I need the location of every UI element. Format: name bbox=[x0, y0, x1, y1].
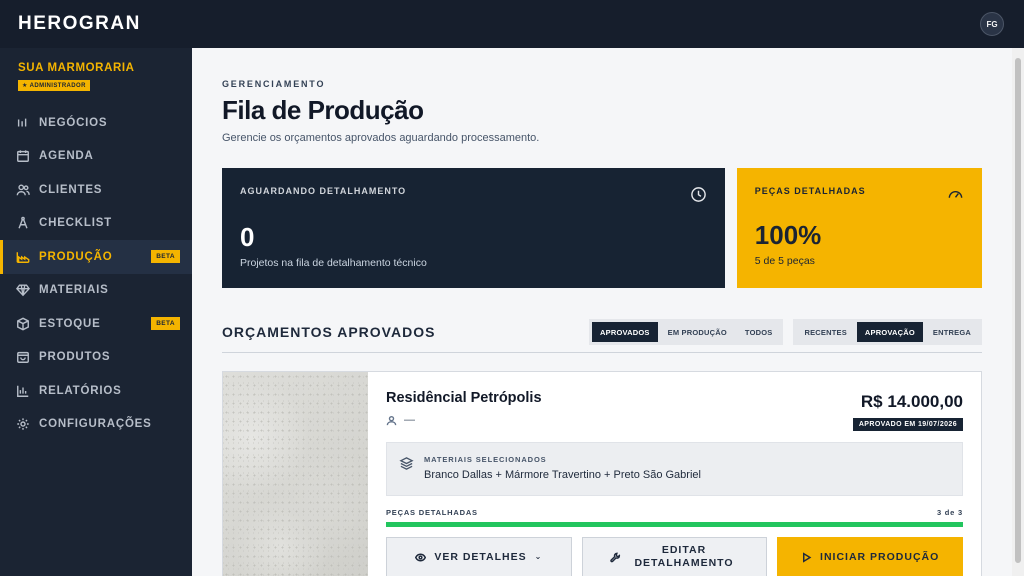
wrench-icon bbox=[610, 552, 621, 562]
sidebar: SUA MARMORARIA ★ ADMINISTRADOR NEGÓCIOS … bbox=[0, 48, 192, 576]
progress-fill bbox=[386, 522, 963, 527]
beta-badge: BETA bbox=[151, 317, 180, 331]
sidebar-item-relatorios[interactable]: RELATÓRIOS bbox=[0, 374, 192, 408]
gauge-icon bbox=[947, 186, 964, 203]
filter-todos[interactable]: TODOS bbox=[737, 322, 781, 342]
sort-aprovacao[interactable]: APROVAÇÃO bbox=[856, 322, 923, 342]
sidebar-item-label: CONFIGURAÇÕES bbox=[39, 418, 152, 431]
top-bar: HEROGRAN FG bbox=[0, 0, 1024, 48]
users-icon bbox=[16, 183, 30, 197]
sidebar-item-agenda[interactable]: AGENDA bbox=[0, 140, 192, 174]
org-block: SUA MARMORARIA ★ ADMINISTRADOR bbox=[0, 48, 192, 102]
sidebar-item-label: CHECKLIST bbox=[39, 217, 113, 230]
material-thumbnail bbox=[223, 372, 368, 576]
start-production-label: INICIAR PRODUÇÃO bbox=[820, 550, 940, 563]
sidebar-item-label: PRODUTOS bbox=[39, 351, 111, 364]
project-card: Residêncial Petrópolis — R$ 14.000,00 AP… bbox=[222, 371, 982, 576]
sidebar-item-estoque[interactable]: ESTOQUE BETA bbox=[0, 307, 192, 341]
main-content: GERENCIAMENTO Fila de Produção Gerencie … bbox=[192, 48, 1012, 576]
view-details-button[interactable]: VER DETALHES ⌄ bbox=[386, 537, 572, 576]
org-name: SUA MARMORARIA bbox=[18, 62, 135, 74]
stat-desc: Projetos na fila de detalhamento técnico bbox=[240, 257, 427, 269]
sidebar-item-label: MATERIAIS bbox=[39, 284, 109, 297]
sidebar-item-label: RELATÓRIOS bbox=[39, 384, 122, 397]
stat-card-waiting: AGUARDANDO DETALHAMENTO 0 Projetos na fi… bbox=[222, 168, 725, 288]
factory-icon bbox=[16, 250, 30, 264]
sidebar-item-clientes[interactable]: CLIENTES bbox=[0, 173, 192, 207]
stat-card-detailed: PEÇAS DETALHADAS 100% 5 de 5 peças bbox=[736, 168, 982, 288]
sort-recentes[interactable]: RECENTES bbox=[796, 322, 854, 342]
section-header: ORÇAMENTOS APROVADOS APROVADOS EM PRODUÇ… bbox=[222, 318, 982, 346]
sidebar-item-produtos[interactable]: PRODUTOS bbox=[0, 341, 192, 375]
progress-bar bbox=[386, 522, 963, 527]
play-icon bbox=[803, 551, 812, 563]
section-divider bbox=[222, 352, 982, 353]
sidebar-item-negocios[interactable]: NEGÓCIOS bbox=[0, 106, 192, 140]
project-price: R$ 14.000,00 bbox=[860, 392, 963, 411]
materials-box: MATERIAIS SELECIONADOS Branco Dallas + M… bbox=[386, 442, 963, 496]
section-title: ORÇAMENTOS APROVADOS bbox=[222, 324, 436, 340]
sort-filter: RECENTES APROVAÇÃO ENTREGA bbox=[793, 319, 982, 345]
filter-aprovados[interactable]: APROVADOS bbox=[592, 322, 658, 342]
materials-label: MATERIAIS SELECIONADOS bbox=[424, 455, 547, 464]
box-icon bbox=[16, 317, 30, 331]
filter-groups: APROVADOS EM PRODUÇÃO TODOS RECENTES APR… bbox=[589, 319, 982, 345]
materials-value: Branco Dallas + Mármore Travertino + Pre… bbox=[424, 469, 701, 481]
sidebar-nav: NEGÓCIOS AGENDA CLIENTES CHECKLIST PRODU… bbox=[0, 106, 192, 441]
sidebar-item-label: AGENDA bbox=[39, 150, 94, 163]
filter-em-producao[interactable]: EM PRODUÇÃO bbox=[660, 322, 735, 342]
sidebar-item-label: ESTOQUE bbox=[39, 317, 101, 330]
layers-icon bbox=[399, 457, 414, 470]
gear-icon bbox=[16, 417, 30, 431]
user-avatar[interactable]: FG bbox=[980, 12, 1004, 36]
edit-detailing-label: EDITAR DETALHAMENTO bbox=[634, 544, 734, 569]
project-body: Residêncial Petrópolis — R$ 14.000,00 AP… bbox=[368, 372, 981, 576]
page-scrollbar[interactable] bbox=[1012, 48, 1024, 576]
edit-detailing-button[interactable]: EDITAR DETALHAMENTO bbox=[581, 537, 768, 576]
stat-value: 0 bbox=[240, 222, 255, 252]
sidebar-item-label: CLIENTES bbox=[39, 183, 103, 196]
chart-icon bbox=[16, 384, 30, 398]
progress-label: PEÇAS DETALHADAS bbox=[386, 508, 478, 517]
bars-icon bbox=[16, 116, 30, 130]
sidebar-item-label: PRODUÇÃO bbox=[39, 250, 113, 263]
page-title: Fila de Produção bbox=[222, 95, 424, 125]
user-icon bbox=[386, 415, 397, 425]
role-badge: ★ ADMINISTRADOR bbox=[18, 80, 90, 91]
progress-header: PEÇAS DETALHADAS 3 de 3 bbox=[386, 508, 963, 517]
beta-badge: BETA bbox=[151, 250, 180, 264]
sort-entrega[interactable]: ENTREGA bbox=[925, 322, 979, 342]
project-actions: VER DETALHES ⌄ EDITAR DETALHAMENTO INICI… bbox=[386, 537, 964, 576]
sidebar-item-checklist[interactable]: CHECKLIST bbox=[0, 207, 192, 241]
stats-cards: AGUARDANDO DETALHAMENTO 0 Projetos na fi… bbox=[222, 168, 982, 288]
scrollbar-thumb[interactable] bbox=[1015, 58, 1021, 563]
client-name: — bbox=[404, 414, 415, 426]
stat-label: AGUARDANDO DETALHAMENTO bbox=[240, 186, 407, 196]
gem-icon bbox=[16, 283, 30, 297]
page-eyebrow: GERENCIAMENTO bbox=[222, 79, 326, 89]
stat-value: 100% bbox=[754, 220, 822, 250]
sidebar-item-producao[interactable]: PRODUÇÃO BETA bbox=[0, 240, 192, 274]
status-filter: APROVADOS EM PRODUÇÃO TODOS bbox=[589, 319, 784, 345]
sidebar-item-materiais[interactable]: MATERIAIS bbox=[0, 274, 192, 308]
eye-icon bbox=[415, 553, 427, 561]
clock-icon bbox=[690, 186, 707, 203]
chevron-down-icon: ⌄ bbox=[534, 552, 543, 562]
calendar-icon bbox=[16, 149, 30, 163]
view-details-label: VER DETALHES bbox=[434, 550, 527, 563]
brand-logo[interactable]: HEROGRAN bbox=[18, 13, 141, 35]
approved-badge: APROVADO EM 19/07/2026 bbox=[852, 418, 963, 431]
bag-icon bbox=[16, 350, 30, 364]
stat-label: PEÇAS DETALHADAS bbox=[754, 186, 866, 196]
sidebar-item-configuracoes[interactable]: CONFIGURAÇÕES bbox=[0, 408, 192, 442]
progress-count: 3 de 3 bbox=[936, 508, 963, 517]
start-production-button[interactable]: INICIAR PRODUÇÃO bbox=[777, 537, 964, 576]
page-subtitle: Gerencie os orçamentos aprovados aguarda… bbox=[222, 132, 540, 144]
sidebar-item-label: NEGÓCIOS bbox=[39, 116, 108, 129]
stat-desc: 5 de 5 peças bbox=[754, 255, 815, 267]
compass-icon bbox=[16, 216, 30, 230]
